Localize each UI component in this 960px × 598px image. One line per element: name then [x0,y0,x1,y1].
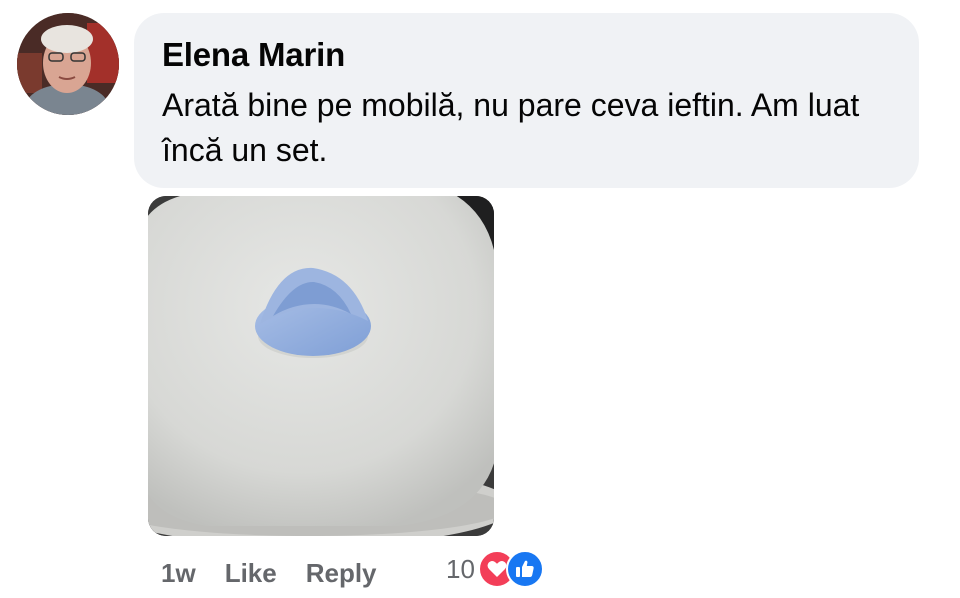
reaction-count: 10 [446,553,475,584]
reactions-summary[interactable]: 10 [446,550,544,588]
author-name[interactable]: Elena Marin [162,35,891,75]
like-reaction-icon [505,550,544,588]
comment-bubble: Elena Marin Arată bine pe mobilă, nu par… [134,13,919,188]
comment-container: Elena Marin Arată bine pe mobilă, nu par… [0,0,960,598]
author-avatar[interactable] [17,13,119,115]
comment-timestamp[interactable]: 1w [161,558,196,589]
photo-attachment-icon [148,196,494,536]
photo-attachment[interactable] [148,196,494,536]
like-button[interactable]: Like [225,558,277,589]
reply-button[interactable]: Reply [306,558,377,589]
comment-actions: 1w Like Reply [161,555,377,591]
comment-text: Arată bine pe mobilă, nu pare ceva iefti… [162,87,860,168]
avatar-photo-icon [17,13,119,115]
